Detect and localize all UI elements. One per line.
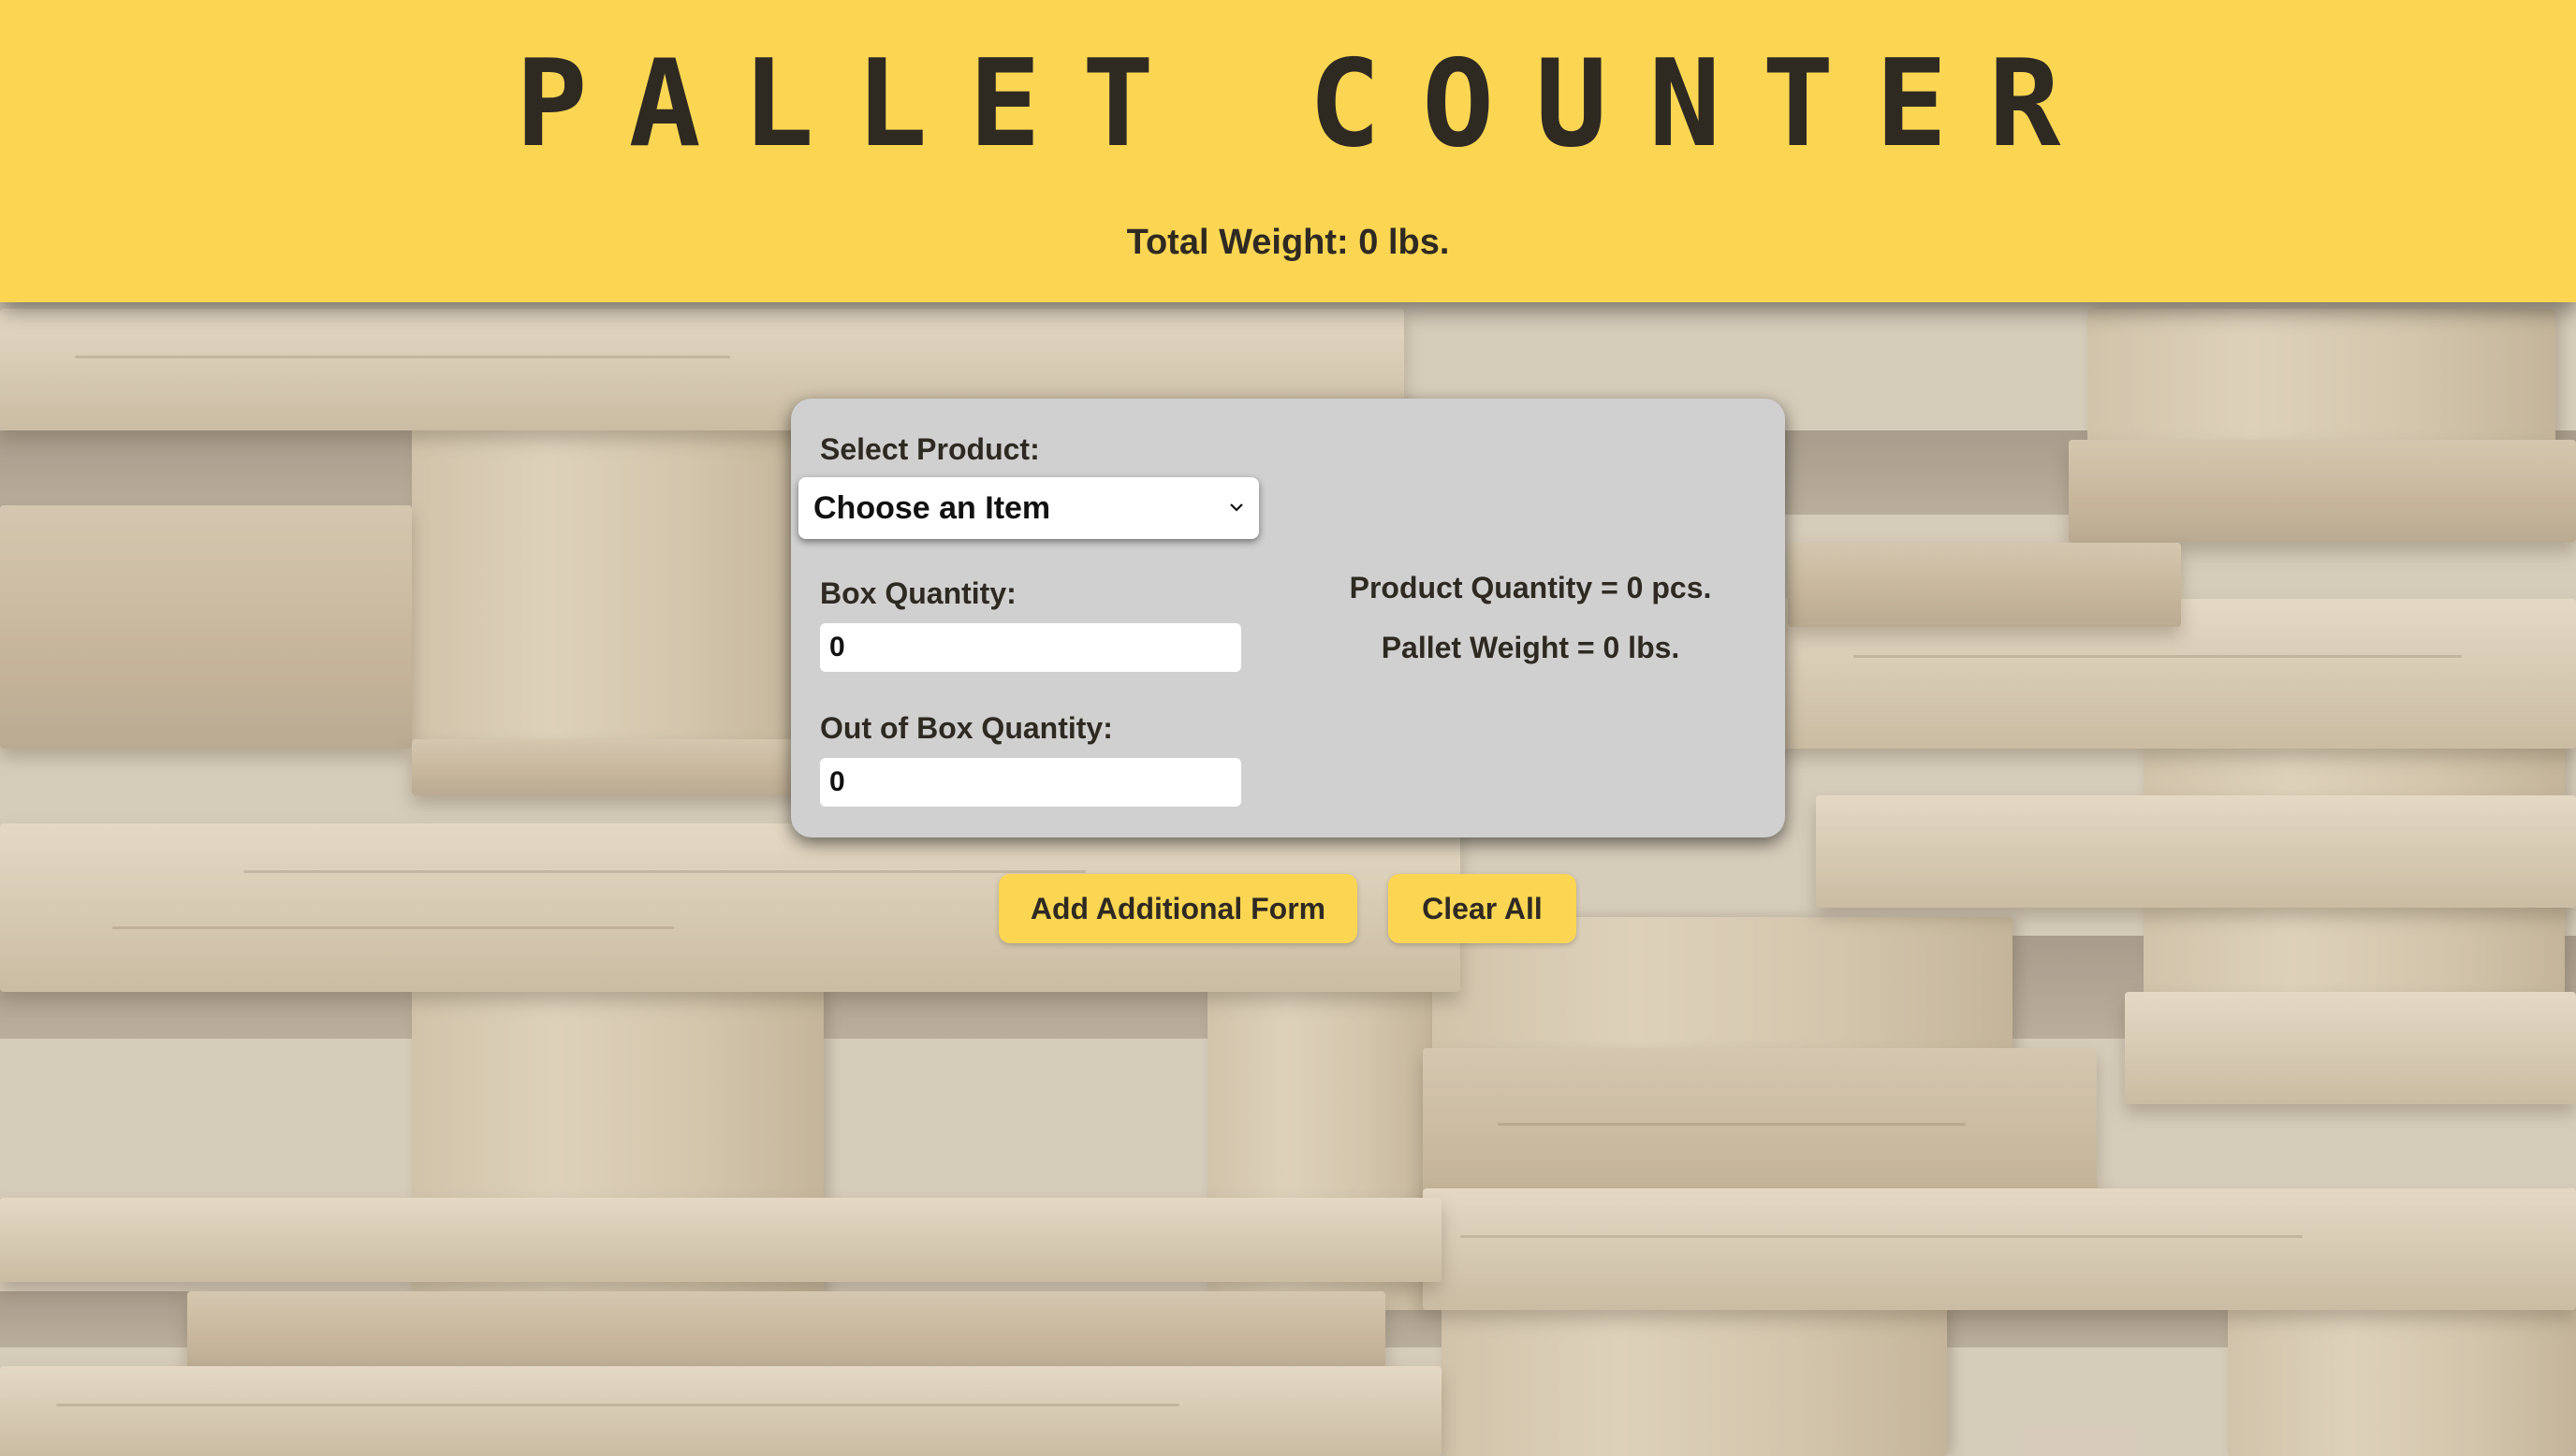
- out-of-box-quantity-input[interactable]: 0: [820, 758, 1241, 807]
- add-additional-form-button[interactable]: Add Additional Form: [999, 874, 1357, 943]
- product-quantity-readout: Product Quantity = 0 pcs.: [1349, 571, 1712, 604]
- select-product-label: Select Product:: [820, 432, 1040, 466]
- product-select[interactable]: Choose an Item: [798, 477, 1259, 539]
- out-of-box-quantity-label: Out of Box Quantity:: [820, 711, 1113, 745]
- total-weight-readout: Total Weight: 0 lbs.: [1126, 223, 1450, 262]
- box-quantity-label: Box Quantity:: [820, 576, 1017, 610]
- clear-all-button[interactable]: Clear All: [1388, 874, 1576, 943]
- chevron-down-icon: [1230, 503, 1243, 512]
- pallet-weight-readout: Pallet Weight = 0 lbs.: [1381, 631, 1680, 664]
- app-header: PALLET COUNTER Total Weight: 0 lbs.: [0, 0, 2576, 302]
- page-title: PALLET COUNTER: [515, 35, 2102, 174]
- box-quantity-input[interactable]: 0: [820, 623, 1241, 672]
- pallet-form-card: Select Product: Choose an Item Box Quant…: [791, 399, 1785, 837]
- product-select-value: Choose an Item: [813, 490, 1051, 526]
